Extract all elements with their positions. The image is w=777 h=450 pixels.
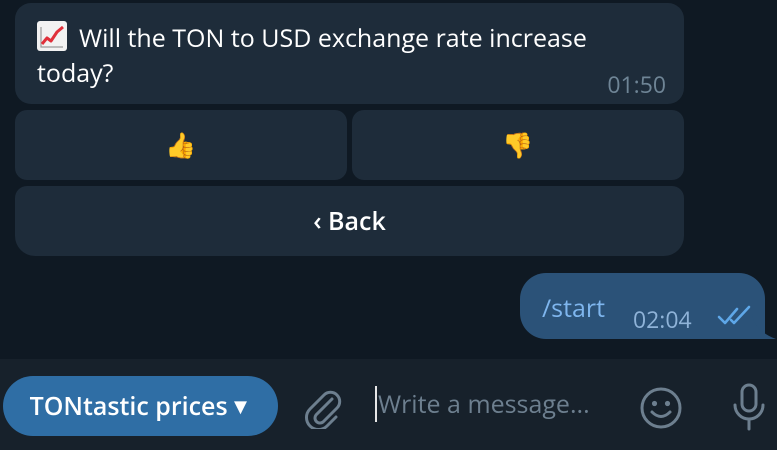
double-check-icon (717, 305, 751, 325)
outgoing-message: /start 02:04 (520, 273, 765, 339)
outgoing-message-text: /start (542, 291, 606, 325)
outgoing-message-time: 02:04 (633, 303, 692, 335)
thumbs-up-button[interactable]: 👍 (15, 110, 347, 180)
thumbs-down-button[interactable]: 👎 (352, 110, 684, 180)
chevron-down-icon: ▼ (229, 391, 252, 421)
thumbs-down-icon: 👎 (502, 128, 534, 162)
emoji-icon[interactable] (638, 385, 684, 431)
chart-increasing-icon (37, 21, 67, 51)
message-input[interactable]: Write a message... (375, 383, 615, 425)
message-time: 01:50 (607, 68, 666, 100)
chat-area: Will the TON to USD exchange rate increa… (0, 0, 777, 358)
back-button-label: ‹ Back (313, 204, 386, 238)
bot-menu-label: TONtastic prices (29, 389, 228, 423)
incoming-message: Will the TON to USD exchange rate increa… (15, 3, 684, 104)
microphone-icon[interactable] (728, 381, 770, 433)
message-text: Will the TON to USD exchange rate increa… (37, 21, 587, 90)
message-composer: TONtastic prices ▼ Write a message... (0, 359, 777, 450)
bot-menu-button[interactable]: TONtastic prices ▼ (3, 376, 278, 436)
attach-icon[interactable] (302, 387, 344, 429)
back-button[interactable]: ‹ Back (15, 186, 684, 256)
message-input-placeholder: Write a message... (378, 387, 590, 421)
bubble-tail (752, 314, 776, 339)
thumbs-up-icon: 👍 (165, 128, 197, 162)
